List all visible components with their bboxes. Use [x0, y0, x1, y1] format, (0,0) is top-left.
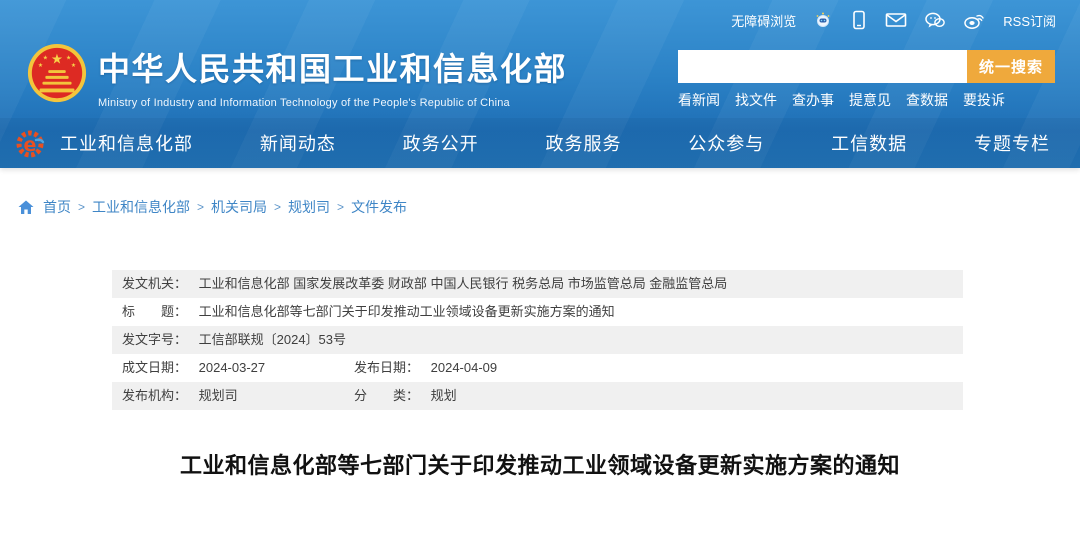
field-value: 工业和信息化部 国家发展改革委 财政部 中国人民银行 税务总局 市场监管总局 金…	[199, 276, 728, 291]
breadcrumb-separator: >	[197, 200, 204, 214]
miit-document-page: 无障碍浏览	[0, 0, 1080, 537]
mail-icon[interactable]	[885, 11, 907, 29]
quick-link-complaint[interactable]: 要投诉	[963, 90, 1005, 110]
nav-item-gov-open[interactable]: 政务公开	[403, 130, 479, 156]
nav-item-participation[interactable]: 公众参与	[688, 130, 764, 156]
svg-text:★: ★	[51, 51, 63, 67]
breadcrumb-separator: >	[78, 200, 85, 214]
field-value: 2024-03-27	[199, 360, 266, 375]
main-nav: e 工业和信息化部 新闻动态 政务公开 政务服务 公众参与 工信数据 专题专栏	[0, 118, 1080, 168]
field-value: 工业和信息化部等七部门关于印发推动工业领域设备更新实施方案的通知	[199, 304, 615, 319]
nav-items: 工业和信息化部 新闻动态 政务公开 政务服务 公众参与 工信数据 专题专栏	[60, 130, 1080, 156]
field-label: 标 题：	[122, 304, 187, 319]
svg-text:★: ★	[43, 54, 48, 61]
svg-text:★: ★	[38, 62, 43, 69]
field-value: 2024-04-09	[431, 360, 498, 375]
site-subtitle-en: Ministry of Industry and Information Tec…	[98, 97, 567, 109]
breadcrumb: 首页 > 工业和信息化部 > 机关司局 > 规划司 > 文件发布	[18, 197, 407, 217]
breadcrumb-departments[interactable]: 机关司局	[211, 197, 267, 217]
breadcrumb-separator: >	[274, 200, 281, 214]
nav-item-data[interactable]: 工信数据	[831, 130, 907, 156]
quick-link-suggest[interactable]: 提意见	[849, 90, 891, 110]
quick-link-news[interactable]: 看新闻	[678, 90, 720, 110]
nav-item-gov-service[interactable]: 政务服务	[545, 130, 621, 156]
article-title: 工业和信息化部等七部门关于印发推动工业领域设备更新实施方案的通知	[0, 448, 1080, 480]
unified-search: 统一搜索	[678, 50, 1055, 83]
table-row-doc-number: 发文字号： 工信部联规〔2024〕53号	[112, 326, 963, 354]
national-emblem: ★ ★ ★ ★ ★	[26, 42, 88, 104]
robot-assistant-icon[interactable]	[813, 10, 833, 30]
svg-text:★: ★	[66, 54, 71, 61]
nav-item-special[interactable]: 专题专栏	[974, 130, 1050, 156]
weibo-icon[interactable]	[963, 11, 986, 30]
quick-link-data[interactable]: 查数据	[906, 90, 948, 110]
field-label: 发布日期：	[354, 360, 419, 375]
nav-item-miit[interactable]: 工业和信息化部	[60, 130, 193, 156]
document-meta-table: 发文机关： 工业和信息化部 国家发展改革委 财政部 中国人民银行 税务总局 市场…	[112, 270, 963, 410]
field-label: 发布机构：	[122, 388, 187, 403]
rss-subscribe-link[interactable]: RSS订阅	[1003, 11, 1056, 30]
search-button[interactable]: 统一搜索	[967, 50, 1055, 83]
breadcrumb-miit[interactable]: 工业和信息化部	[92, 197, 190, 217]
accessibility-link[interactable]: 无障碍浏览	[731, 11, 796, 30]
mobile-icon[interactable]	[850, 10, 868, 30]
site-title: 中华人民共和国工业和信息化部	[98, 44, 567, 90]
utility-topbar: 无障碍浏览	[731, 10, 1056, 30]
table-row-issuing-agency: 发文机关： 工业和信息化部 国家发展改革委 财政部 中国人民银行 税务总局 市场…	[112, 270, 963, 298]
table-row-publisher-category: 发布机构： 规划司 分 类： 规划	[112, 382, 963, 410]
field-label: 分 类：	[354, 388, 419, 403]
field-value: 规划司	[199, 388, 238, 403]
field-value: 规划	[431, 388, 457, 403]
breadcrumb-home[interactable]: 首页	[43, 197, 71, 217]
svg-text:e: e	[24, 134, 37, 156]
site-header: 无障碍浏览	[0, 0, 1080, 168]
svg-text:★: ★	[71, 62, 76, 69]
breadcrumb-file-release[interactable]: 文件发布	[351, 197, 407, 217]
wechat-icon[interactable]	[924, 11, 946, 30]
breadcrumb-separator: >	[337, 200, 344, 214]
breadcrumb-planning-dept[interactable]: 规划司	[288, 197, 330, 217]
nav-item-news[interactable]: 新闻动态	[260, 130, 336, 156]
table-row-title: 标 题： 工业和信息化部等七部门关于印发推动工业领域设备更新实施方案的通知	[112, 298, 963, 326]
field-label: 发文字号：	[122, 332, 187, 347]
field-label: 发文机关：	[122, 276, 187, 291]
quick-link-services[interactable]: 查办事	[792, 90, 834, 110]
field-value: 工信部联规〔2024〕53号	[199, 332, 346, 347]
search-input[interactable]	[678, 50, 967, 83]
quick-links: 看新闻 找文件 查办事 提意见 查数据 要投诉	[678, 90, 1005, 110]
table-row-dates: 成文日期： 2024-03-27 发布日期： 2024-04-09	[112, 354, 963, 382]
quick-link-files[interactable]: 找文件	[735, 90, 777, 110]
home-icon[interactable]	[18, 200, 34, 215]
site-branding: 中华人民共和国工业和信息化部 Ministry of Industry and …	[98, 44, 567, 109]
miit-e-logo-icon: e	[12, 126, 48, 162]
field-label: 成文日期：	[122, 360, 187, 375]
